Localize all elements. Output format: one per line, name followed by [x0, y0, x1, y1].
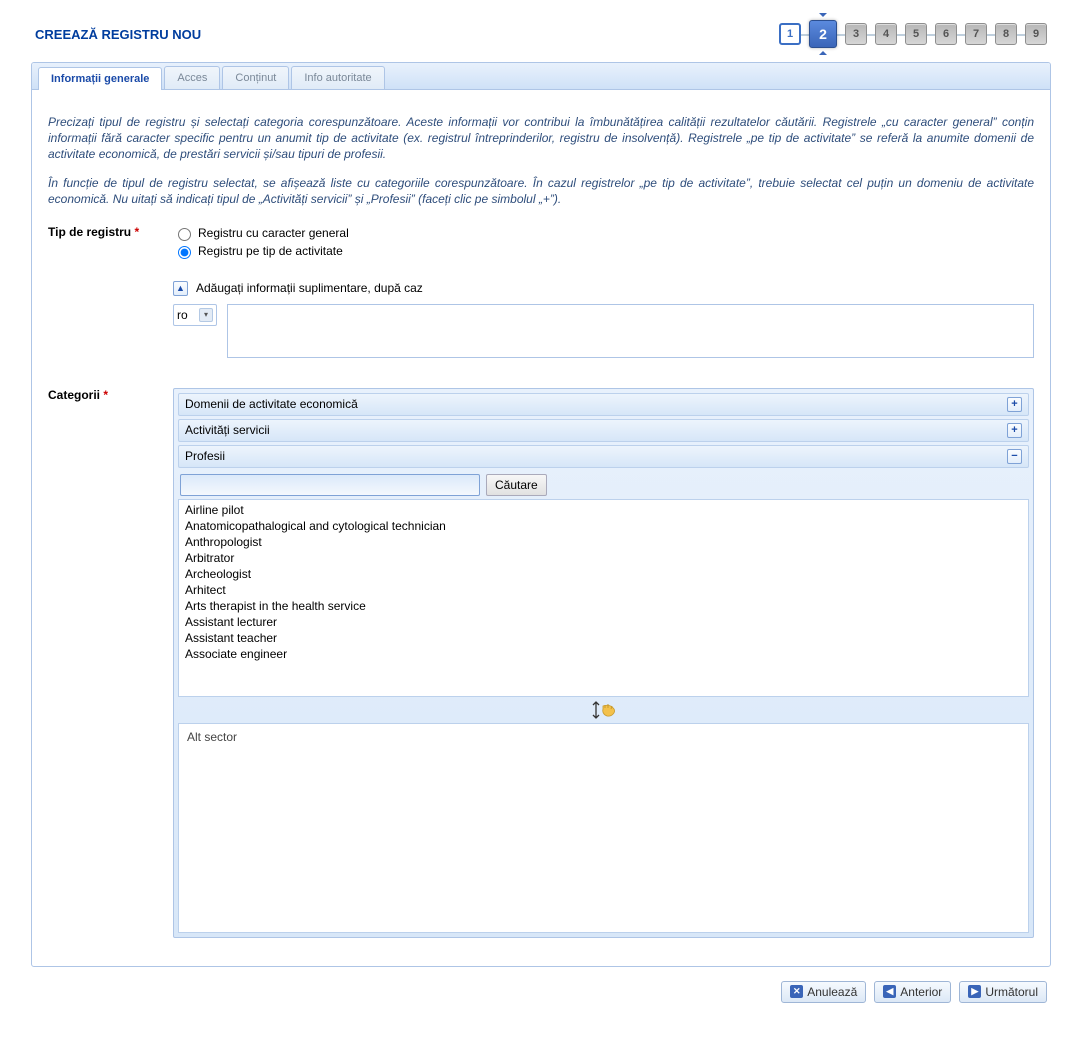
resize-handle-icon[interactable]: [178, 697, 1029, 723]
arrow-right-icon: ▶: [968, 985, 981, 998]
plus-icon[interactable]: +: [1007, 423, 1022, 438]
wizard-step-7[interactable]: 7: [965, 23, 987, 45]
registry-type-label: Tip de registru *: [48, 225, 173, 239]
list-item[interactable]: Arhitect: [183, 582, 1024, 598]
wizard-step-9[interactable]: 9: [1025, 23, 1047, 45]
list-item[interactable]: Airline pilot: [183, 502, 1024, 518]
profession-listbox[interactable]: Airline pilotAnatomicopathalogical and c…: [179, 500, 1028, 696]
wizard-step-1[interactable]: 1: [779, 23, 801, 45]
category-economic-header[interactable]: Domenii de activitate economică +: [178, 393, 1029, 416]
language-select[interactable]: ro ▾: [173, 304, 217, 326]
additional-info-label: Adăugați informații suplimentare, după c…: [196, 281, 423, 295]
previous-button[interactable]: ◀ Anterior: [874, 981, 951, 1003]
profession-search-input[interactable]: [180, 474, 480, 496]
registry-type-option-label: Registru cu caracter general: [198, 226, 349, 240]
list-item[interactable]: Anthropologist: [183, 534, 1024, 550]
alt-sector-label: Alt sector: [187, 730, 1020, 744]
arrow-left-icon: ◀: [883, 985, 896, 998]
list-item[interactable]: Arts therapist in the health service: [183, 598, 1024, 614]
page-title: CREEAZĂ REGISTRU NOU: [35, 27, 201, 42]
registry-type-radio-0[interactable]: [178, 228, 191, 241]
intro-text-2: În funcție de tipul de registru selectat…: [48, 175, 1034, 207]
list-item[interactable]: Arbitrator: [183, 550, 1024, 566]
cancel-button[interactable]: ✕ Anulează: [781, 981, 866, 1003]
minus-icon[interactable]: −: [1007, 449, 1022, 464]
chevron-down-icon: ▾: [199, 308, 213, 322]
tab-bar: Informații generaleAccesConținutInfo aut…: [32, 63, 1050, 90]
list-item[interactable]: Associate engineer: [183, 646, 1024, 662]
category-servicii-header[interactable]: Activități servicii +: [178, 419, 1029, 442]
categories-label: Categorii *: [48, 388, 173, 402]
search-button[interactable]: Căutare: [486, 474, 547, 496]
tab-2[interactable]: Conținut: [222, 66, 289, 89]
category-profesii-header[interactable]: Profesii −: [178, 445, 1029, 468]
tab-0[interactable]: Informații generale: [38, 67, 162, 90]
list-item[interactable]: Assistant teacher: [183, 630, 1024, 646]
registry-type-option-1[interactable]: Registru pe tip de activitate: [173, 243, 1034, 259]
wizard-steps: 123456789: [779, 20, 1047, 48]
next-button[interactable]: ▶ Următorul: [959, 981, 1047, 1003]
list-item[interactable]: Assistant lecturer: [183, 614, 1024, 630]
collapse-toggle-icon[interactable]: ▲: [173, 281, 188, 296]
tab-3[interactable]: Info autoritate: [291, 66, 384, 89]
intro-text-1: Precizați tipul de registru și selectați…: [48, 114, 1034, 163]
wizard-step-6[interactable]: 6: [935, 23, 957, 45]
list-item[interactable]: Archeologist: [183, 566, 1024, 582]
plus-icon[interactable]: +: [1007, 397, 1022, 412]
alt-sector-box: Alt sector: [178, 723, 1029, 933]
list-item[interactable]: Anatomicopathalogical and cytological te…: [183, 518, 1024, 534]
wizard-step-4[interactable]: 4: [875, 23, 897, 45]
registry-type-option-label: Registru pe tip de activitate: [198, 244, 343, 258]
tab-1[interactable]: Acces: [164, 66, 220, 89]
registry-type-radio-1[interactable]: [178, 246, 191, 259]
close-icon: ✕: [790, 985, 803, 998]
wizard-step-5[interactable]: 5: [905, 23, 927, 45]
wizard-step-3[interactable]: 3: [845, 23, 867, 45]
wizard-step-8[interactable]: 8: [995, 23, 1017, 45]
registry-type-option-0[interactable]: Registru cu caracter general: [173, 225, 1034, 241]
wizard-step-2[interactable]: 2: [809, 20, 837, 48]
additional-info-textarea[interactable]: [227, 304, 1034, 358]
main-panel: Informații generaleAccesConținutInfo aut…: [31, 62, 1051, 967]
